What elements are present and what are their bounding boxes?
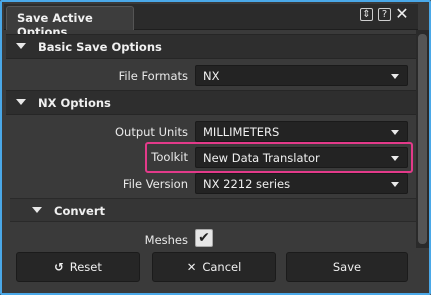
- cancel-button[interactable]: ✕ Cancel: [152, 252, 276, 282]
- file-version-label: File Version: [122, 177, 188, 191]
- meshes-label: Meshes: [144, 233, 188, 247]
- chevron-down-icon: [391, 74, 399, 79]
- chevron-down-icon: [391, 156, 399, 161]
- reset-button[interactable]: ↺ Reset: [16, 252, 140, 282]
- reset-button-label: Reset: [69, 260, 102, 274]
- meshes-checkbox[interactable]: ✔: [195, 229, 213, 247]
- toolkit-label: Toolkit: [151, 150, 188, 164]
- scrollbar-thumb[interactable]: [418, 34, 427, 244]
- toolkit-value: New Data Translator: [203, 151, 320, 165]
- close-icon[interactable]: ✕: [394, 5, 410, 23]
- dialog-footer: ↺ Reset ✕ Cancel Save: [4, 249, 429, 293]
- section-nx-options[interactable]: NX Options: [6, 90, 416, 115]
- section-label: Convert: [54, 204, 105, 218]
- file-formats-value: NX: [203, 69, 220, 83]
- help-icon[interactable]: ?: [378, 8, 391, 21]
- section-basic-save-options[interactable]: Basic Save Options: [6, 34, 416, 59]
- output-units-value: MILLIMETERS: [203, 125, 280, 139]
- pin-icon[interactable]: ⇕: [360, 8, 373, 21]
- file-formats-select[interactable]: NX: [195, 65, 408, 86]
- cancel-button-label: Cancel: [202, 260, 242, 274]
- chevron-down-icon: [16, 99, 26, 105]
- chevron-down-icon: [32, 207, 42, 213]
- save-active-options-dialog: Save Active Options ⇕ ? ✕ Basic Save Opt…: [0, 0, 431, 295]
- chevron-down-icon: [391, 182, 399, 187]
- chevron-down-icon: [16, 43, 26, 49]
- file-formats-label: File Formats: [118, 69, 188, 83]
- output-units-select[interactable]: MILLIMETERS: [195, 121, 408, 142]
- save-button-label: Save: [332, 260, 362, 274]
- title-tab: Save Active Options: [6, 6, 134, 39]
- reset-icon: ↺: [54, 260, 64, 274]
- output-units-label: Output Units: [114, 125, 188, 139]
- close-icon: ✕: [186, 260, 197, 274]
- section-label: NX Options: [38, 96, 111, 110]
- toolkit-select[interactable]: New Data Translator: [195, 147, 408, 168]
- chevron-down-icon: [391, 130, 399, 135]
- title-bar: Save Active Options ⇕ ? ✕: [4, 4, 418, 39]
- section-label: Basic Save Options: [38, 40, 162, 54]
- section-convert[interactable]: Convert: [10, 198, 416, 222]
- file-version-value: NX 2212 series: [203, 177, 291, 191]
- save-button[interactable]: Save: [286, 252, 408, 282]
- file-version-select[interactable]: NX 2212 series: [195, 173, 408, 194]
